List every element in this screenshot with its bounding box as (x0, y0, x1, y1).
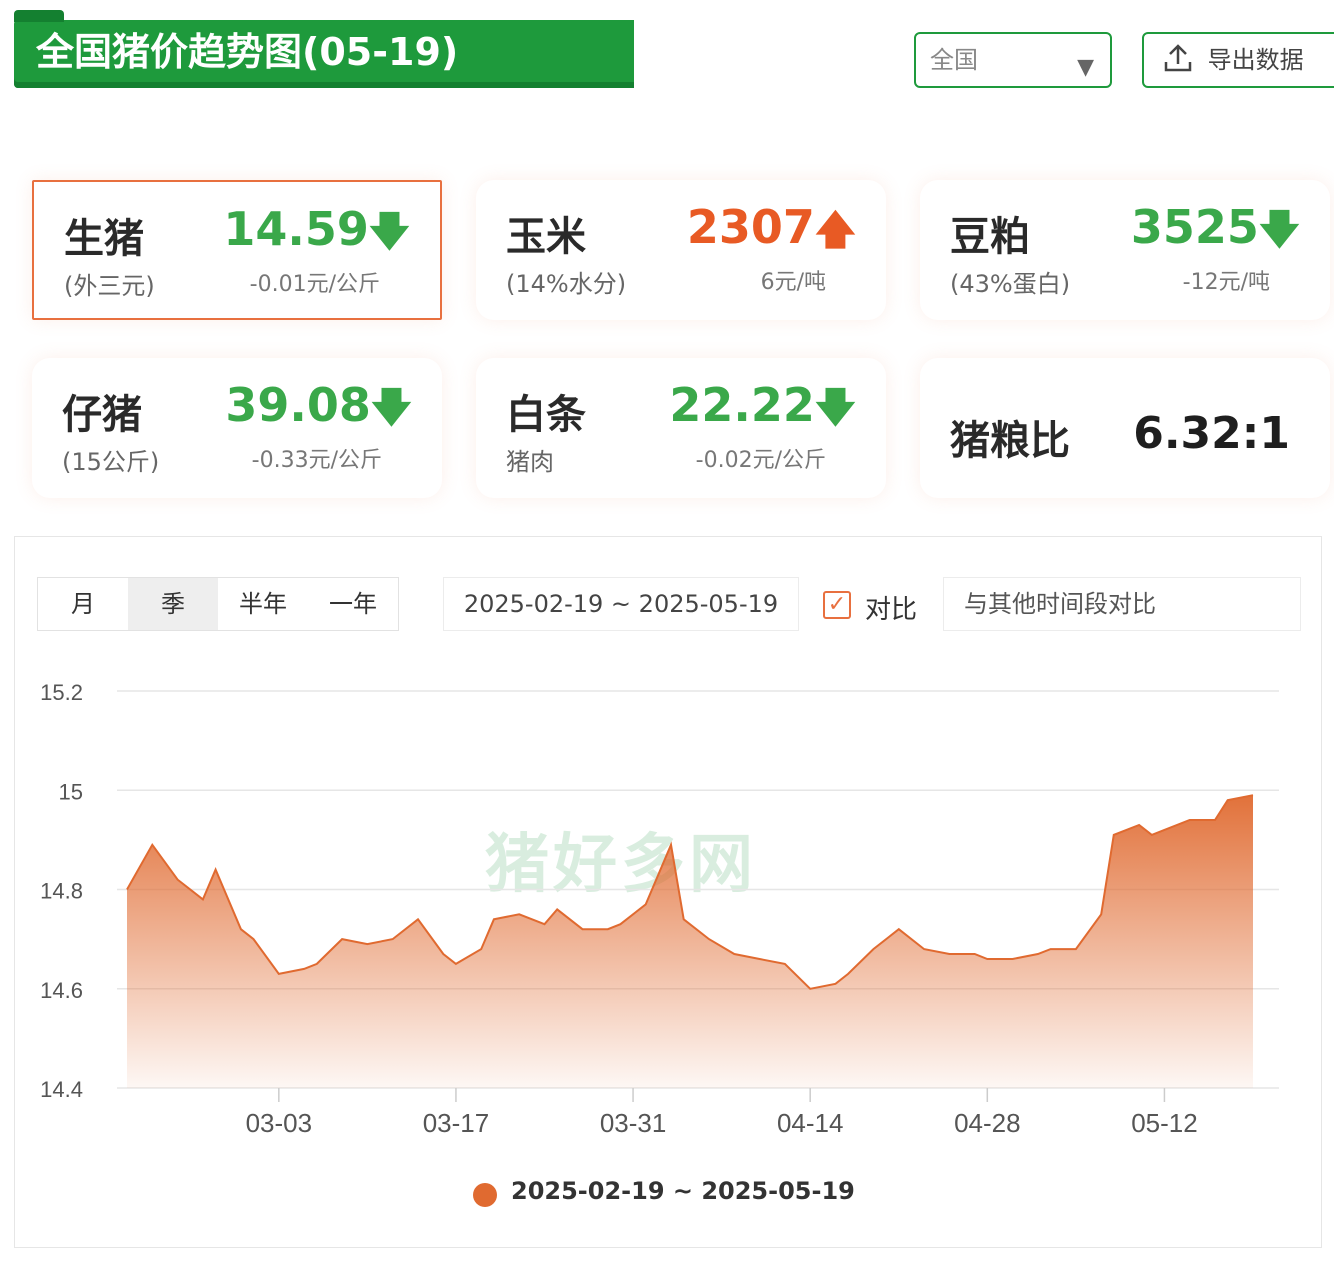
card-hog-grain-ratio[interactable]: 猪粮比 6.32:1 (920, 358, 1330, 498)
card-ratio-value: 6.32:1 (1133, 408, 1290, 459)
export-data-label: 导出数据 (1207, 46, 1304, 74)
card-sub: (14%水分) (506, 270, 627, 298)
card-value: 39.08🡇 (225, 378, 412, 432)
chart-panel: 月 季 半年 一年 2025-02-19 ~ 2025-05-19 ✓ 对比 与… (14, 536, 1322, 1248)
card-name: 豆粕 (950, 214, 1030, 260)
x-tick-label: 03-31 (600, 1108, 667, 1138)
x-tick-label: 03-03 (246, 1108, 313, 1138)
card-sub: (外三元) (64, 272, 155, 300)
page-title: 全国猪价趋势图(05-19) (14, 10, 634, 88)
legend-label[interactable]: 2025-02-19 ~ 2025-05-19 (511, 1177, 855, 1205)
export-data-button[interactable]: 导出数据 (1142, 32, 1334, 88)
arrow-down-icon: 🡇 (370, 385, 412, 431)
card-change: -0.33元/公斤 (251, 448, 382, 473)
card-piglet[interactable]: 仔猪 (15公斤) 39.08🡇 -0.33元/公斤 (32, 358, 442, 498)
card-change: -0.02元/公斤 (695, 448, 826, 473)
card-change: -0.01元/公斤 (249, 272, 380, 297)
card-name: 生猪 (64, 216, 144, 262)
legend-swatch[interactable] (473, 1183, 497, 1207)
price-area (127, 795, 1253, 1088)
card-value: 3525🡇 (1130, 200, 1300, 254)
x-tick-label: 04-28 (954, 1108, 1021, 1138)
y-tick-label: 15 (59, 779, 83, 804)
y-tick-label: 14.6 (40, 978, 83, 1003)
card-live-hog[interactable]: 生猪 (外三元) 14.59🡇 -0.01元/公斤 (32, 180, 442, 320)
card-sub: (15公斤) (62, 448, 160, 476)
card-pork-carcass[interactable]: 白条 猪肉 22.22🡇 -0.02元/公斤 (476, 358, 886, 498)
card-sub: 猪肉 (506, 448, 554, 476)
card-change: 6元/吨 (760, 270, 826, 295)
upload-icon (1164, 44, 1192, 72)
y-tick-label: 14.4 (40, 1077, 83, 1102)
card-change: -12元/吨 (1182, 270, 1270, 295)
card-value: 14.59🡇 (223, 202, 410, 256)
arrow-down-icon: 🡇 (368, 209, 410, 255)
y-tick-label: 15.2 (40, 680, 83, 705)
card-sub: (43%蛋白) (950, 270, 1071, 298)
x-tick-label: 04-14 (777, 1108, 844, 1138)
arrow-down-icon: 🡇 (1258, 207, 1300, 253)
price-trend-chart: 15.2 15 14.8 14.6 14.4 03-03 03-17 03-31 04-14 04… (40, 680, 1279, 1138)
x-tick-label: 03-17 (423, 1108, 490, 1138)
y-tick-label: 14.8 (40, 879, 83, 904)
region-select-value: 全国 (930, 46, 978, 74)
region-select[interactable]: 全国 ▼ (914, 32, 1112, 88)
caret-down-icon: ▼ (1077, 55, 1094, 80)
card-value: 2307🡅 (686, 200, 856, 254)
card-name: 仔猪 (62, 392, 142, 438)
card-name: 白条 (506, 392, 586, 438)
arrow-up-icon: 🡅 (814, 207, 856, 253)
arrow-down-icon: 🡇 (814, 385, 856, 431)
card-name: 玉米 (506, 214, 586, 260)
card-name: 猪粮比 (950, 418, 1070, 464)
x-tick-label: 05-12 (1131, 1108, 1198, 1138)
card-value: 22.22🡇 (669, 378, 856, 432)
card-corn[interactable]: 玉米 (14%水分) 2307🡅 6元/吨 (476, 180, 886, 320)
card-soybean-meal[interactable]: 豆粕 (43%蛋白) 3525🡇 -12元/吨 (920, 180, 1330, 320)
